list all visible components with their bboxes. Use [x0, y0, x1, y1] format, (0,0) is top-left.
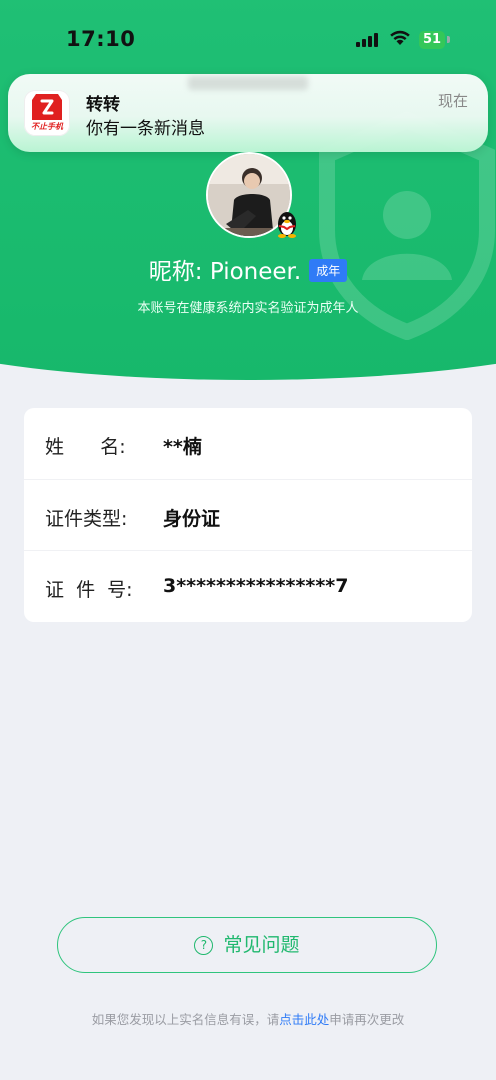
battery-indicator: 51 — [419, 31, 445, 49]
row-label: 证件类型: — [45, 508, 128, 530]
notification-app-name: 转转 — [86, 95, 120, 115]
app-icon-subtitle: 不止手机 — [31, 122, 63, 131]
row-value: 3****************7 — [163, 575, 349, 597]
row-label: 证 件 号: — [45, 579, 133, 601]
notification-message: 你有一条新消息 — [86, 119, 205, 139]
app-icon: 不止手机 — [24, 90, 70, 136]
nickname: 昵称: Pioneer. — [148, 259, 302, 285]
faq-label: 常见问题 — [223, 934, 300, 956]
adult-badge: 成年 — [309, 259, 348, 282]
identity-card: 姓 名: **楠 证件类型: 身份证 证 件 号: 3*************… — [24, 408, 472, 622]
battery-cap — [447, 36, 450, 43]
footer-prefix: 如果您发现以上实名信息有误，请 — [91, 1012, 280, 1027]
notification-blur — [188, 76, 308, 90]
click-here-link[interactable]: 点击此处 — [279, 1012, 329, 1027]
question-circle-icon: ? — [194, 936, 214, 955]
footer-note: 如果您发现以上实名信息有误，请点击此处申请再次更改 — [0, 1009, 496, 1028]
row-value: **楠 — [163, 436, 202, 458]
row-value: 身份证 — [163, 508, 221, 530]
nickname-line: 昵称: Pioneer. 成年 — [0, 252, 496, 286]
qq-penguin-icon — [278, 212, 296, 238]
info-row-name: 姓 名: **楠 — [24, 408, 472, 479]
cellular-signal-icon — [356, 33, 378, 47]
faq-button[interactable]: ? 常见问题 — [57, 917, 437, 973]
info-row-doc-number: 证 件 号: 3****************7 — [24, 550, 472, 622]
row-label: 姓 名: — [45, 436, 126, 458]
wifi-icon — [390, 30, 410, 45]
status-bar: 17:10 51 — [0, 0, 496, 60]
verify-note: 本账号在健康系统内实名验证为成年人 — [137, 301, 359, 316]
notification-banner[interactable]: 不止手机 转转 你有一条新消息 现在 — [8, 74, 488, 152]
footer-suffix: 申请再次更改 — [329, 1012, 405, 1027]
notification-time: 现在 — [437, 92, 468, 110]
info-row-doc-type: 证件类型: 身份证 — [24, 479, 472, 551]
status-time: 17:10 — [66, 27, 136, 51]
zhuanzhuan-logo-icon — [32, 94, 62, 120]
